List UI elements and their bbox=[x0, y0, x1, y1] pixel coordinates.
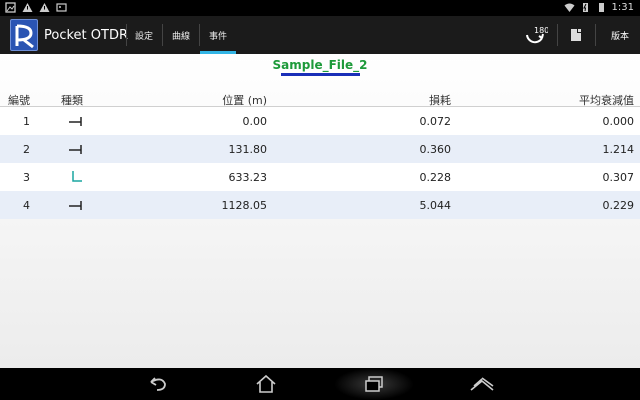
cell-index: 1 bbox=[23, 115, 30, 128]
status-bar: 1:31 bbox=[0, 0, 640, 16]
cell-position: 0.00 bbox=[242, 115, 268, 128]
back-icon bbox=[150, 377, 166, 391]
home-icon bbox=[256, 374, 276, 393]
non-reflective-event-icon bbox=[69, 145, 82, 154]
cell-position: 131.80 bbox=[228, 143, 268, 156]
divider bbox=[557, 24, 558, 46]
cell-loss: 0.072 bbox=[419, 115, 452, 128]
divider bbox=[126, 24, 127, 46]
battery-icon bbox=[598, 3, 604, 12]
recent-apps-icon bbox=[365, 376, 383, 392]
document-icon bbox=[571, 29, 581, 41]
app-title: Pocket OTDR bbox=[44, 28, 128, 43]
app-logo-icon[interactable] bbox=[10, 19, 38, 51]
table-row[interactable]: 4 1128.05 5.044 0.229 bbox=[0, 191, 640, 219]
table-row[interactable]: 2 131.80 0.360 1.214 bbox=[0, 135, 640, 163]
wifi-icon bbox=[564, 3, 575, 12]
warning-icon bbox=[22, 3, 33, 12]
cell-index: 3 bbox=[23, 171, 30, 184]
cell-attenuation: 0.229 bbox=[602, 199, 635, 212]
cell-loss: 0.360 bbox=[419, 143, 452, 156]
screenshot-icon bbox=[5, 2, 16, 13]
export-button[interactable] bbox=[562, 16, 590, 54]
cell-index: 4 bbox=[23, 199, 30, 212]
rotate-button[interactable]: 180 bbox=[518, 16, 552, 54]
cell-position: 633.23 bbox=[228, 171, 268, 184]
divider bbox=[162, 24, 163, 46]
tab-curve[interactable]: 曲線 bbox=[164, 16, 198, 54]
table-row[interactable]: 3 633.23 0.228 0.307 bbox=[0, 163, 640, 191]
tab-settings[interactable]: 設定 bbox=[128, 16, 160, 54]
table-row[interactable]: 1 0.00 0.072 0.000 bbox=[0, 107, 640, 135]
rotate-180-icon: 180 bbox=[526, 26, 548, 44]
cell-attenuation: 0.307 bbox=[602, 171, 635, 184]
tab-events[interactable]: 事件 bbox=[200, 16, 236, 54]
svg-text:180: 180 bbox=[534, 26, 548, 35]
non-reflective-event-icon bbox=[69, 201, 82, 210]
divider bbox=[595, 24, 596, 46]
back-button[interactable] bbox=[132, 368, 184, 400]
reflective-event-icon bbox=[72, 171, 82, 182]
cell-position: 1128.05 bbox=[221, 199, 268, 212]
file-title: Sample_File_2 bbox=[272, 58, 368, 72]
recent-apps-button[interactable] bbox=[348, 368, 400, 400]
version-button[interactable]: 版本 bbox=[600, 16, 640, 54]
cell-attenuation: 1.214 bbox=[602, 143, 635, 156]
menu-button[interactable] bbox=[456, 368, 508, 400]
file-title-underline bbox=[281, 73, 360, 76]
home-button[interactable] bbox=[240, 368, 292, 400]
image-icon bbox=[56, 3, 67, 12]
chevron-up-icon bbox=[470, 377, 494, 391]
warning-icon bbox=[39, 3, 50, 12]
action-bar: Pocket OTDR 設定 曲線 事件 180 版本 bbox=[0, 16, 640, 54]
cell-loss: 5.044 bbox=[419, 199, 452, 212]
status-time: 1:31 bbox=[611, 2, 634, 13]
non-reflective-event-icon bbox=[69, 117, 82, 126]
cell-loss: 0.228 bbox=[419, 171, 452, 184]
cell-index: 2 bbox=[23, 143, 30, 156]
battery-charging-icon bbox=[582, 3, 588, 12]
navigation-bar bbox=[0, 368, 640, 400]
cell-attenuation: 0.000 bbox=[602, 115, 635, 128]
